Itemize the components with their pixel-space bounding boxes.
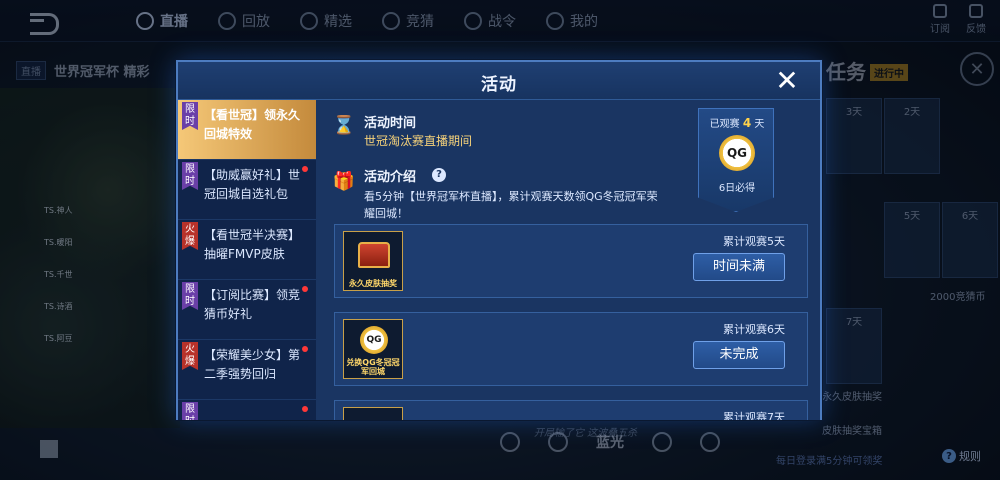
sidebar-item-more[interactable]: 限时 <box>178 400 316 420</box>
notification-dot <box>302 286 308 292</box>
modal-title: 活动 <box>481 75 517 95</box>
chest-icon <box>358 242 390 268</box>
reward-claim-button[interactable]: 未完成 <box>693 341 785 369</box>
sidebar-item-subscribe[interactable]: 限时 【订阅比赛】领竞猜币好礼 <box>178 280 316 340</box>
sidebar-item-label: 【看世冠半决赛】抽曜FMVP皮肤 <box>204 228 301 261</box>
reward-image-label: 兑换QG冬冠冠军回城 <box>346 358 400 376</box>
sidebar-item-label: 【助威赢好礼】世冠回城自选礼包 <box>204 168 301 201</box>
modal-header: 活动 ✕ <box>178 62 820 100</box>
limited-badge: 限时 <box>182 402 198 420</box>
limited-badge: 限时 <box>182 102 198 130</box>
activity-sidebar: 限时 【看世冠】领永久回城特效 限时 【助威赢好礼】世冠回城自选礼包 火爆 【看… <box>178 100 316 420</box>
gift-box-icon: 🎁 <box>332 171 356 192</box>
sidebar-item-watch-worlds[interactable]: 限时 【看世冠】领永久回城特效 <box>178 100 316 160</box>
reward-requirement: 累计观赛7天 <box>723 411 785 420</box>
watch-prefix: 已观赛 <box>709 119 740 130</box>
reward-image[interactable]: QG 兑换QG冬冠冠军回城 <box>343 319 403 379</box>
limited-badge: 限时 <box>182 162 198 190</box>
qg-coin-icon: QG <box>360 326 388 354</box>
notification-dot <box>302 166 308 172</box>
reward-claim-button[interactable]: 时间未满 <box>693 253 785 281</box>
sidebar-item-label: 【看世冠】领永久回城特效 <box>204 108 301 141</box>
sidebar-item-cheer-gift[interactable]: 限时 【助威赢好礼】世冠回城自选礼包 <box>178 160 316 220</box>
time-title: 活动时间 <box>364 116 417 131</box>
hot-badge: 火爆 <box>182 342 198 370</box>
hot-badge: 火爆 <box>182 222 198 250</box>
guarantee-text: 6日必得 <box>718 183 756 194</box>
intro-title: 活动介绍 <box>364 170 417 185</box>
reward-row: 累计观赛7天 <box>334 400 808 420</box>
reward-row: QG 兑换QG冬冠冠军回城 累计观赛6天 未完成 <box>334 312 808 386</box>
sidebar-item-glory-girl[interactable]: 火爆 【荣耀美少女】第二季强势回归 <box>178 340 316 400</box>
sidebar-item-label: 【荣耀美少女】第二季强势回归 <box>204 348 301 381</box>
watch-suffix: 天 <box>754 119 765 130</box>
hourglass-icon: ⌛ <box>332 115 356 136</box>
intro-text: 看5分钟【世界冠军杯直播】，累计观赛天数领QG冬冠冠军荣耀回城！ <box>364 190 658 220</box>
reward-requirement: 累计观赛6天 <box>723 323 785 336</box>
qg-logo-icon: QG <box>719 135 755 171</box>
watch-count: 4 <box>742 116 752 130</box>
reward-row: 永久皮肤抽奖 累计观赛5天 时间未满 <box>334 224 808 298</box>
close-button[interactable]: ✕ <box>772 67 802 96</box>
watch-progress-badge: 已观赛 4 天 QG 6日必得 <box>698 108 774 212</box>
reward-image[interactable]: 永久皮肤抽奖 <box>343 231 403 291</box>
reward-image[interactable] <box>343 407 403 420</box>
limited-badge: 限时 <box>182 282 198 310</box>
activity-modal: 活动 ✕ 限时 【看世冠】领永久回城特效 限时 【助威赢好礼】世冠回城自选礼包 … <box>176 60 822 420</box>
help-icon[interactable]: ? <box>432 168 446 182</box>
reward-requirement: 累计观赛5天 <box>723 235 785 248</box>
notification-dot <box>302 406 308 412</box>
activity-content: ⌛ 活动时间 世冠淘汰赛直播期间 🎁 活动介绍 ? 看5分钟【世界冠军杯直播】，… <box>316 100 820 420</box>
sidebar-item-label: 【订阅比赛】领竞猜币好礼 <box>204 288 301 321</box>
watch-days: 已观赛 4 天 <box>699 115 774 130</box>
notification-dot <box>302 346 308 352</box>
time-value: 世冠淘汰赛直播期间 <box>364 134 473 148</box>
reward-image-label: 永久皮肤抽奖 <box>349 279 397 288</box>
sidebar-item-semifinal[interactable]: 火爆 【看世冠半决赛】抽曜FMVP皮肤 <box>178 220 316 280</box>
